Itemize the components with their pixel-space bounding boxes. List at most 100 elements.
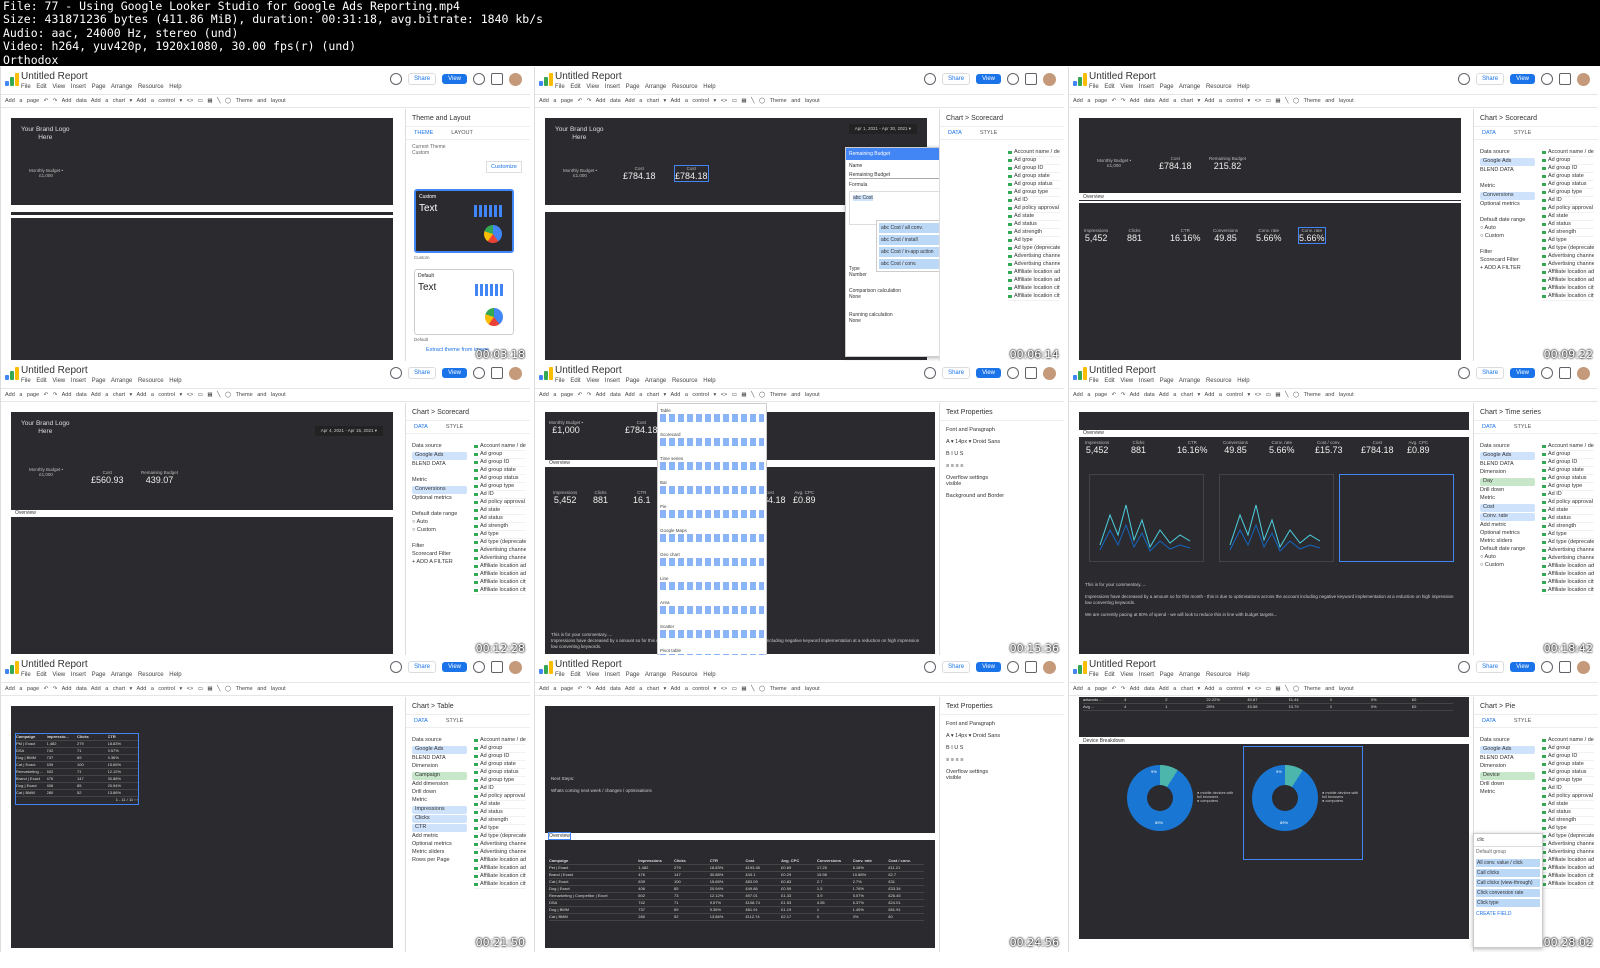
column-header[interactable]: Campaign	[549, 858, 638, 864]
date-range-control[interactable]: Apr 4, 2021 - Apr 15, 2021 ▾	[314, 426, 383, 436]
report-title[interactable]: Untitled Report	[555, 365, 622, 376]
field-item[interactable]: Ad group state	[1542, 761, 1594, 769]
time-series-chart[interactable]	[1089, 474, 1204, 562]
config-item[interactable]: Filter	[1480, 249, 1535, 257]
config-item[interactable]: BLEND DATA	[1480, 755, 1535, 763]
field-item[interactable]: Ad policy approval sta	[1542, 793, 1594, 801]
view-button[interactable]: View	[1510, 368, 1535, 378]
refresh-icon[interactable]	[390, 661, 403, 673]
field-item[interactable]: Ad state	[474, 801, 526, 809]
tab-style[interactable]: STYLE	[1514, 130, 1531, 136]
field-item[interactable]: Ad state	[1542, 801, 1594, 809]
field-item[interactable]: Ad group status	[1542, 475, 1594, 483]
pie-chart[interactable]: 9% 89% ● mobile devices with full browsers…	[1243, 746, 1363, 860]
config-item[interactable]: CTR	[412, 824, 467, 832]
config-item[interactable]: Google Ads	[412, 746, 467, 754]
available-fields-list[interactable]: Account name / descAd groupAd group IDAd…	[1542, 443, 1594, 595]
field-item[interactable]: Ad ID	[474, 491, 526, 499]
column-header[interactable]: Cost	[745, 858, 781, 864]
config-item[interactable]: Metric sliders	[412, 849, 467, 857]
column-header[interactable]: Campaign	[16, 734, 47, 740]
refresh-icon[interactable]	[924, 367, 937, 379]
menu-bar[interactable]: File Edit View Insert Page Arrange Resou…	[1089, 672, 1250, 678]
field-item[interactable]: Affiliate location city	[1542, 587, 1594, 595]
share-button[interactable]: Share	[1476, 367, 1505, 379]
help-icon[interactable]	[1541, 661, 1553, 673]
view-button[interactable]: View	[976, 662, 1001, 672]
help-icon[interactable]	[473, 73, 485, 85]
data-config[interactable]: Data source Google Ads BLEND DATA Dimension…	[1480, 443, 1535, 570]
field-item[interactable]: Ad state	[1542, 507, 1594, 515]
refresh-icon[interactable]	[1458, 73, 1471, 85]
field-item[interactable]: Ad group status	[1008, 181, 1060, 189]
config-item[interactable]: ○ Auto	[1480, 225, 1535, 233]
field-item[interactable]: Ad type (deprecated)	[1542, 539, 1594, 547]
config-item[interactable]: Cost	[1480, 504, 1535, 512]
field-item[interactable]: Ad strength	[1542, 229, 1594, 237]
menu-bar[interactable]: File Edit View Insert Page Arrange Resou…	[21, 84, 182, 90]
section-title[interactable]: Overview	[548, 832, 571, 840]
field-item[interactable]: Ad type	[474, 531, 526, 539]
time-series-chart[interactable]	[1219, 474, 1334, 562]
view-button[interactable]: View	[1510, 662, 1535, 672]
apps-icon[interactable]	[491, 367, 503, 379]
field-item[interactable]: Ad group type	[1542, 777, 1594, 785]
refresh-icon[interactable]	[1458, 367, 1471, 379]
tab-data[interactable]: DATA	[1482, 718, 1496, 724]
add-chart-menu[interactable]: Table Scorecard Time series Bar Pie Google Ma…	[657, 403, 767, 658]
view-button[interactable]: View	[976, 368, 1001, 378]
scorecard[interactable]: Monthly Budget • £1,000	[549, 420, 583, 435]
help-icon[interactable]	[1007, 73, 1019, 85]
campaign-table[interactable]: Campaign Impressio... Clicks CTR PM | Exact 1…	[15, 733, 139, 805]
tab-style[interactable]: STYLE	[980, 130, 997, 136]
field-item[interactable]: Affiliate location addr	[1542, 269, 1594, 277]
share-button[interactable]: Share	[942, 73, 971, 85]
share-button[interactable]: Share	[408, 661, 437, 673]
share-button[interactable]: Share	[942, 367, 971, 379]
field-item[interactable]: Advertising channel ty	[1542, 849, 1594, 857]
report-title[interactable]: Untitled Report	[555, 71, 622, 82]
apps-icon[interactable]	[1559, 73, 1571, 85]
report-canvas[interactable]: adwords ... 4 2 22.22% £0.87 £1.44 0 0% £0 Avg ..…	[1079, 697, 1469, 939]
menu-bar[interactable]: File Edit View Insert Page Arrange Resou…	[1089, 84, 1250, 90]
table-row[interactable]: DSA 742 71 9.57% £108.74 £1.53 4.55 6.37% £24.01	[549, 900, 924, 907]
field-item[interactable]: Ad policy approval sta	[474, 499, 526, 507]
apps-icon[interactable]	[1025, 73, 1037, 85]
tab-data[interactable]: DATA	[1482, 130, 1496, 136]
field-item[interactable]: Affiliate location city	[1008, 285, 1060, 293]
field-item[interactable]: Affiliate location city	[1542, 293, 1594, 301]
menu-bar[interactable]: File Edit View Insert Page Arrange Resou…	[1089, 378, 1250, 384]
field-item[interactable]: Ad status	[1542, 515, 1594, 523]
config-item[interactable]: Data source	[1480, 443, 1535, 451]
config-item[interactable]: Scorecard Filter	[412, 551, 467, 559]
monthly-budget-scorecard[interactable]: Monthly Budget • £1,000	[555, 168, 605, 178]
config-item[interactable]: Rows per Page	[412, 857, 467, 865]
scorecard[interactable]: CTR 16.16%	[1177, 440, 1208, 455]
table-row[interactable]: Remarketing ... 602 71 12.12%	[16, 769, 138, 776]
field-item[interactable]: Advertising channel ty	[474, 547, 526, 555]
report-canvas[interactable]: Your Brand Logo Here Monthly Budget • £1,00…	[11, 412, 393, 654]
config-item[interactable]: Filter	[412, 543, 467, 551]
report-title[interactable]: Untitled Report	[21, 71, 88, 82]
scorecard[interactable]: Cost £784.18	[623, 166, 656, 181]
available-fields-list[interactable]: Account name / descAd groupAd group IDAd…	[1542, 149, 1594, 301]
config-item[interactable]: ○ Custom	[1480, 562, 1535, 570]
config-item[interactable]: Default date range	[412, 511, 467, 519]
table-row[interactable]: Remarketing | Competitor | Excel 602 73 12.…	[549, 893, 924, 900]
config-item[interactable]: Metric sliders	[1480, 538, 1535, 546]
column-header[interactable]: CTR	[108, 734, 139, 740]
field-item[interactable]: Ad ID	[1542, 491, 1594, 499]
scorecard[interactable]: CTR 16.16%	[1170, 228, 1201, 243]
metric-option[interactable]: Call clicks	[1476, 869, 1540, 877]
field-item[interactable]: Advertising channel ty	[1542, 253, 1594, 261]
field-item[interactable]: Ad group	[1542, 745, 1594, 753]
field-item[interactable]: Affiliate location city	[1008, 293, 1060, 301]
field-item[interactable]: Affiliate location addr	[1542, 857, 1594, 865]
config-item[interactable]: Campaign	[412, 772, 467, 780]
config-item[interactable]: Metric	[412, 477, 467, 485]
field-item[interactable]: Affiliate location city	[474, 587, 526, 595]
help-icon[interactable]	[1007, 661, 1019, 673]
config-item[interactable]: Data source	[1480, 737, 1535, 745]
help-icon[interactable]	[1541, 367, 1553, 379]
data-config[interactable]: Data source Google Ads BLEND DATA Metric Con…	[1480, 149, 1535, 273]
